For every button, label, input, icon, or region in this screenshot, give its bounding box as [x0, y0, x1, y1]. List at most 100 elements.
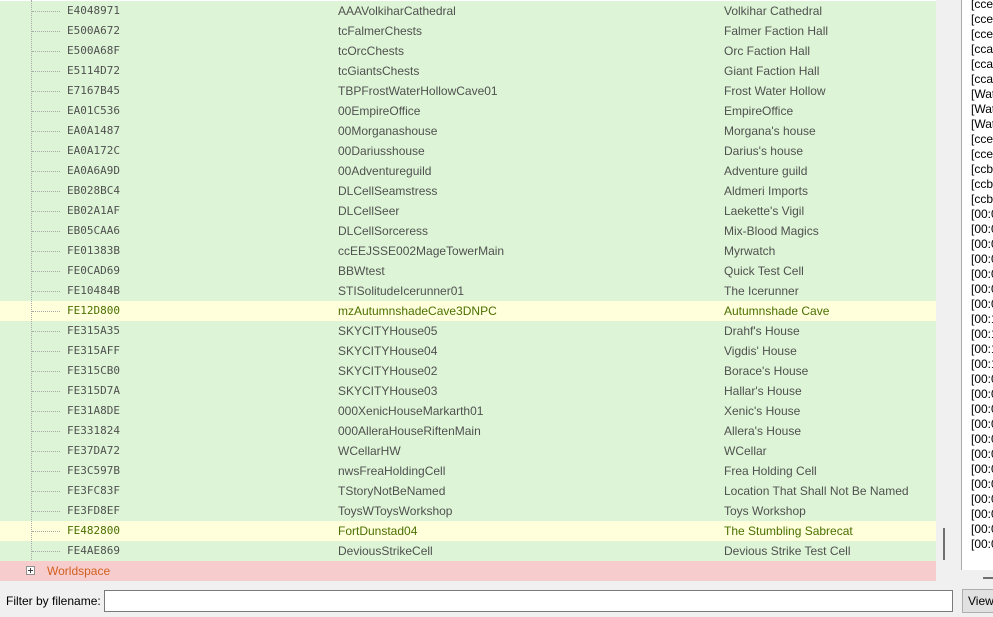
form-id-cell: FE4AE869 [67, 544, 120, 557]
table-row[interactable]: E500A68F tcOrcChests Orc Faction Hall [0, 41, 936, 61]
form-id-cell: FE482800 [67, 524, 120, 537]
log-line: [00:0 [971, 267, 993, 281]
tree-branch-line [32, 531, 60, 532]
name-cell: Orc Faction Hall [724, 44, 811, 58]
log-line: [00:0 [971, 477, 993, 491]
table-row[interactable]: E7167B45 TBPFrostWaterHollowCave01 Frost W… [0, 81, 936, 101]
log-line: [cca [971, 42, 993, 56]
log-line: [00:0 [971, 522, 993, 536]
name-cell: Falmer Faction Hall [724, 24, 829, 38]
table-row[interactable]: EA0A1487 00Morganashouse Morgana's house [0, 121, 936, 141]
log-line: [00:1 [971, 312, 993, 326]
name-cell: EmpireOffice [724, 104, 794, 118]
table-row[interactable]: FE315A35 SKYCITYHouse05 Drahf's House [0, 321, 936, 341]
form-id-cell: E5114D72 [67, 64, 120, 77]
tree-branch-line [32, 151, 60, 152]
form-id-cell: FE315AFF [67, 344, 120, 357]
editor-id-cell: ccEEJSSE002MageTowerMain [338, 244, 505, 258]
form-id-cell: E500A672 [67, 24, 120, 37]
log-line: [00:0 [971, 282, 993, 296]
table-row[interactable]: EA0A6A9D 00Adventureguild Adventure guild [0, 161, 936, 181]
form-id-cell: FE12D800 [67, 304, 120, 317]
table-row[interactable]: FE3FD8EF ToysWToysWorkshop Toys Workshop [0, 501, 936, 521]
table-row[interactable]: FE3C597B nwsFreaHoldingCell Frea Holding C… [0, 461, 936, 481]
messages-horizontal-scrollbar[interactable] [961, 570, 993, 588]
scrollbar-thumb[interactable] [983, 577, 993, 579]
name-cell: Quick Test Cell [724, 264, 804, 278]
tree-branch-line [32, 231, 60, 232]
name-cell: Allera's House [724, 424, 801, 438]
form-id-cell: FE01383B [67, 244, 120, 257]
table-row[interactable]: FE10484B STISolitudeIcerunner01 The Icerun… [0, 281, 936, 301]
log-line: [cce [971, 0, 993, 11]
editor-id-cell: 000XenicHouseMarkarth01 [338, 404, 484, 418]
table-row[interactable]: FE3FC83F TStoryNotBeNamed Location That Sh… [0, 481, 936, 501]
tree-branch-line [32, 91, 60, 92]
table-row[interactable]: FE31A8DE 000XenicHouseMarkarth01 Xenic's H… [0, 401, 936, 421]
table-row[interactable]: FE37DA72 WCellarHW WCellar [0, 441, 936, 461]
log-line: [00:0 [971, 417, 993, 431]
scrollbar-thumb[interactable] [943, 528, 945, 560]
tree-vertical-scrollbar[interactable] [936, 0, 953, 581]
editor-id-cell: WCellarHW [338, 444, 401, 458]
form-id-cell: FE3FC83F [67, 484, 120, 497]
table-row[interactable]: EB028BC4 DLCellSeamstress Aldmeri Imports [0, 181, 936, 201]
tree-branch-line [32, 211, 60, 212]
table-row[interactable]: EB05CAA6 DLCellSorceress Mix-Blood Magics [0, 221, 936, 241]
tree-branch-line [32, 331, 60, 332]
log-line: [cce [971, 27, 993, 41]
table-row[interactable]: FE315CB0 SKYCITYHouse02 Borace's House [0, 361, 936, 381]
name-cell: Myrwatch [724, 244, 776, 258]
tree-branch-line [32, 11, 60, 12]
editor-id-cell: TStoryNotBeNamed [338, 484, 446, 498]
log-line: [00:1 [971, 357, 993, 371]
form-id-cell: E4048971 [67, 4, 120, 17]
name-cell: Mix-Blood Magics [724, 224, 819, 238]
log-line: [cce [971, 147, 993, 161]
table-row[interactable]: FE331824 000AlleraHouseRiftenMain Allera's… [0, 421, 936, 441]
name-cell: Drahf's House [724, 324, 800, 338]
tree-branch-line [32, 51, 60, 52]
name-cell: Location That Shall Not Be Named [724, 484, 909, 498]
log-line: [00:0 [971, 492, 993, 506]
table-row[interactable]: FE12D800 mzAutumnshadeCave3DNPC Autumnshad… [0, 301, 936, 321]
form-id-cell: FE37DA72 [67, 444, 120, 457]
table-row[interactable]: E4048971 AAAVolkiharCathedral Volkihar Cat… [0, 1, 936, 21]
log-line: [cca [971, 57, 993, 71]
name-cell: Borace's House [724, 364, 809, 378]
tree-branch-line [32, 171, 60, 172]
table-row[interactable]: EB02A1AF DLCellSeer Laekette's Vigil [0, 201, 936, 221]
tree-branch-line [32, 291, 60, 292]
panel-splitter[interactable] [953, 0, 961, 590]
table-row[interactable]: FE315AFF SKYCITYHouse04 Vigdis' House [0, 341, 936, 361]
log-line: [00:0 [971, 432, 993, 446]
records-tree[interactable]: E4048971 AAAVolkiharCathedral Volkihar Cat… [0, 0, 936, 581]
log-line: [Wat [971, 87, 993, 101]
table-row[interactable]: EA0A172C 00Dariusshouse Darius's house [0, 141, 936, 161]
tree-branch-line [32, 551, 60, 552]
name-cell: Morgana's house [724, 124, 816, 138]
form-id-cell: FE331824 [67, 424, 120, 437]
form-id-cell: E7167B45 [67, 84, 120, 97]
table-row[interactable]: FE0CAD69 BBWtest Quick Test Cell [0, 261, 936, 281]
expand-plus-icon[interactable] [26, 566, 35, 575]
table-row[interactable]: FE315D7A SKYCITYHouse03 Hallar's House [0, 381, 936, 401]
name-cell: Autumnshade Cave [724, 304, 830, 318]
log-line: [00:0 [971, 207, 993, 221]
messages-panel[interactable]: [cce [cce [cce [cca [cca [cca [Wat [Wat [Wat [cce… [961, 0, 993, 570]
table-row[interactable]: FE01383B ccEEJSSE002MageTowerMain Myrwatch [0, 241, 936, 261]
table-row[interactable]: FE482800 FortDunstad04 The Stumbling Sabre… [0, 521, 936, 541]
log-line: [00:0 [971, 402, 993, 416]
log-line: [00:1 [971, 327, 993, 341]
form-id-cell: EB05CAA6 [67, 224, 120, 237]
form-id-cell: E500A68F [67, 44, 120, 57]
table-row[interactable]: E500A672 tcFalmerChests Falmer Faction Hal… [0, 21, 936, 41]
view-button[interactable]: View [962, 589, 993, 613]
filter-by-filename-input[interactable] [104, 590, 953, 612]
table-row[interactable]: E5114D72 tcGiantsChests Giant Faction Hall [0, 61, 936, 81]
editor-id-cell: SKYCITYHouse02 [338, 364, 438, 378]
table-row[interactable]: FE4AE869 DeviousStrikeCell Devious Strike … [0, 541, 936, 561]
name-cell: Toys Workshop [724, 504, 806, 518]
table-row[interactable]: EA01C536 00EmpireOffice EmpireOffice [0, 101, 936, 121]
worldspace-group-row[interactable]: Worldspace [0, 561, 936, 581]
